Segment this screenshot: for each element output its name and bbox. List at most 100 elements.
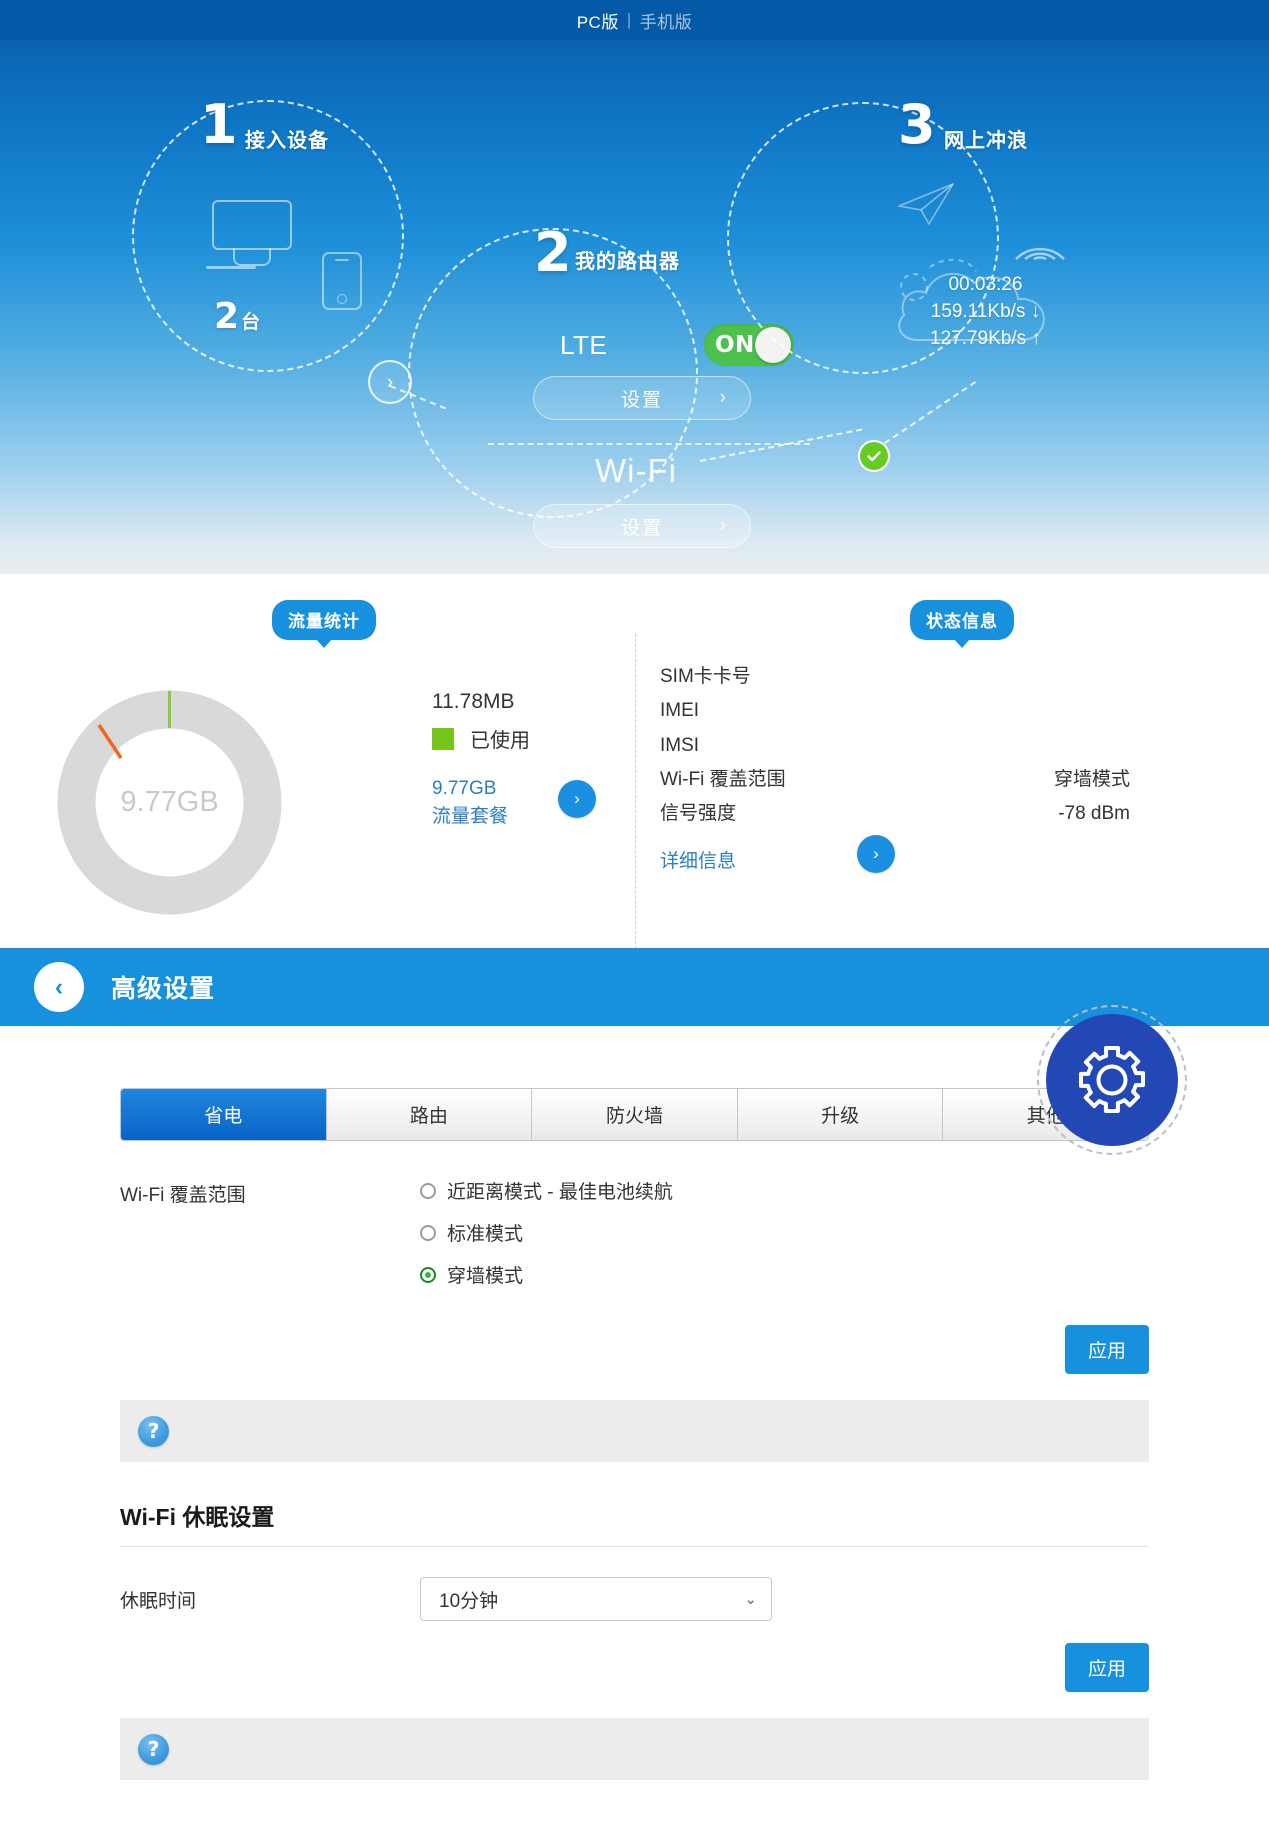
mobile-version-link[interactable]: 手机版 — [640, 8, 693, 33]
radio-icon[interactable] — [420, 1224, 436, 1241]
tab-upgrade[interactable]: 升级 — [737, 1089, 944, 1140]
table-row: SIM卡卡号 — [660, 660, 1130, 694]
status-label: IMSI — [660, 734, 700, 756]
wifi-signal-icon — [1015, 247, 1065, 261]
step3-number: 3 — [898, 93, 936, 156]
connection-ok-badge — [858, 440, 890, 472]
tab-power-saving[interactable]: 省电 — [121, 1089, 327, 1140]
sleep-time-label: 休眠时间 — [120, 1590, 197, 1612]
apply-row-sleep: 应用 — [120, 1643, 1149, 1692]
traffic-plan-text: 9.77GB 流量套餐 — [432, 775, 508, 830]
monitor-base-icon — [206, 266, 256, 269]
wifi-title: Wi-Fi — [595, 452, 677, 489]
advanced-settings-panel: 省电 路由 防火墙 升级 其他 Wi-Fi 覆盖范围 近距离模式 - 最佳电池续… — [0, 1088, 1269, 1820]
status-value: -78 dBm — [1058, 803, 1130, 825]
tab-firewall[interactable]: 防火墙 — [532, 1089, 738, 1140]
uptime-value: 00:03:26 — [948, 274, 1023, 295]
detail-info-arrow-button[interactable]: › — [857, 835, 895, 873]
table-row: Wi-Fi 覆盖范围 穿墙模式 — [660, 763, 1130, 797]
used-traffic-amount: 11.78MB — [432, 690, 515, 713]
radio-option-standard[interactable]: 标准模式 — [420, 1219, 1149, 1246]
page-title: 高级设置 — [111, 975, 216, 1003]
footer-spacer — [120, 1780, 1149, 1820]
legend-swatch — [432, 727, 454, 750]
version-switch-bar: PC版 | 手机版 — [0, 0, 1269, 40]
radio-label: 标准模式 — [447, 1224, 524, 1245]
apply-row-coverage: 应用 — [120, 1325, 1149, 1374]
tab-routing[interactable]: 路由 — [326, 1089, 533, 1140]
detail-info-row: 详细信息 — [660, 845, 1130, 879]
apply-button-sleep[interactable]: 应用 — [1064, 1643, 1149, 1692]
lte-toggle-state: ON — [715, 332, 755, 358]
pc-version-link[interactable]: PC版 — [577, 8, 619, 33]
wifi-settings-label: 设置 — [620, 517, 663, 539]
help-bar-sleep: ? — [120, 1718, 1149, 1780]
paper-plane-icon — [898, 183, 954, 225]
step2-number: 2 — [534, 221, 572, 284]
stats-divider — [635, 634, 636, 964]
monitor-icon — [212, 200, 292, 250]
table-row: 信号强度 -78 dBm — [660, 797, 1130, 831]
status-label: 信号强度 — [660, 803, 737, 825]
detail-info-link[interactable]: 详细信息 — [660, 846, 736, 878]
traffic-plan-arrow-button[interactable]: › — [558, 780, 596, 818]
gear-icon — [1079, 1046, 1145, 1113]
step1-label: 接入设备 — [245, 130, 329, 152]
chevron-down-icon: ⌄ — [744, 1591, 757, 1608]
chevron-right-icon: › — [719, 515, 728, 536]
link-dash-3 — [875, 381, 977, 450]
status-value: 穿墙模式 — [1053, 768, 1130, 790]
connection-speed-box: 00:03:26 159.11Kb/s ↓ 127.79Kb/s ↑ — [930, 272, 1041, 353]
apply-button-coverage[interactable]: 应用 — [1064, 1325, 1149, 1374]
wifi-settings-button[interactable]: 设置 › — [533, 504, 751, 548]
lte-row: LTE ON — [560, 324, 794, 366]
chevron-right-icon: › — [719, 387, 728, 408]
used-traffic-legend: 已使用 — [432, 724, 530, 753]
table-row: IMSI — [660, 729, 1130, 763]
status-label: Wi-Fi 覆盖范围 — [660, 768, 786, 790]
connected-device-count: 2台 — [214, 296, 260, 337]
status-label: SIM卡卡号 — [660, 666, 751, 687]
back-button[interactable]: ‹ — [34, 962, 84, 1012]
help-bar-coverage: ? — [120, 1400, 1149, 1462]
wifi-coverage-label: Wi-Fi 覆盖范围 — [120, 1185, 246, 1206]
help-icon[interactable]: ? — [138, 1415, 169, 1447]
upload-speed-value: 127.79Kb/s ↑ — [930, 327, 1041, 349]
settings-tabs: 省电 路由 防火墙 升级 其他 — [120, 1088, 1149, 1141]
hero-overview: 1 接入设备 2台 › 2 我的路由器 LTE ON 设置 › Wi-Fi 设置… — [0, 40, 1269, 574]
step1-number: 1 — [200, 93, 238, 156]
stats-section: 流量统计 状态信息 9.77GB 11.78MB 已使用 9.77GB 流量套餐… — [0, 574, 1269, 964]
devices-detail-arrow-button[interactable]: › — [368, 360, 412, 404]
gear-circle — [1046, 1014, 1178, 1146]
radio-icon-selected[interactable] — [420, 1266, 436, 1283]
wifi-coverage-radio-group: 近距离模式 - 最佳电池续航 标准模式 穿墙模式 — [420, 1177, 1149, 1303]
legend-label: 已使用 — [470, 730, 530, 752]
table-row: IMEI — [660, 694, 1130, 728]
status-info-list: SIM卡卡号 IMEI IMSI Wi-Fi 覆盖范围 穿墙模式 信号强度 -7… — [660, 660, 1130, 880]
lte-settings-button[interactable]: 设置 › — [533, 376, 751, 420]
step2-label: 我的路由器 — [575, 251, 680, 273]
radio-option-wall-penetration[interactable]: 穿墙模式 — [420, 1261, 1149, 1288]
device-count-number: 2 — [214, 296, 240, 337]
step3-label: 网上冲浪 — [944, 130, 1028, 152]
topbar-separator: | — [626, 10, 632, 29]
lte-settings-label: 设置 — [620, 389, 663, 411]
sleep-time-row: 休眠时间 10分钟 ⌄ — [120, 1577, 1149, 1621]
radio-option-short-range[interactable]: 近距离模式 - 最佳电池续航 — [420, 1177, 1149, 1204]
check-icon — [867, 451, 881, 462]
sleep-time-select[interactable]: 10分钟 ⌄ — [420, 1577, 772, 1621]
radio-icon[interactable] — [420, 1182, 436, 1199]
step2-divider — [488, 443, 810, 445]
download-speed-value: 159.11Kb/s ↓ — [930, 300, 1041, 322]
donut-total-value: 9.77GB — [120, 786, 219, 818]
status-info-bubble: 状态信息 — [910, 600, 1014, 640]
radio-label: 穿墙模式 — [447, 1266, 524, 1287]
radio-label: 近距离模式 - 最佳电池续航 — [447, 1182, 673, 1203]
plan-label: 流量套餐 — [432, 805, 509, 827]
plan-amount: 9.77GB — [432, 778, 497, 799]
device-count-unit: 台 — [241, 312, 261, 333]
used-traffic-block: 11.78MB 已使用 — [432, 690, 530, 753]
help-icon[interactable]: ? — [138, 1733, 169, 1765]
wifi-sleep-section-title: Wi-Fi 休眠设置 — [120, 1498, 1149, 1547]
lte-label: LTE — [560, 329, 608, 360]
